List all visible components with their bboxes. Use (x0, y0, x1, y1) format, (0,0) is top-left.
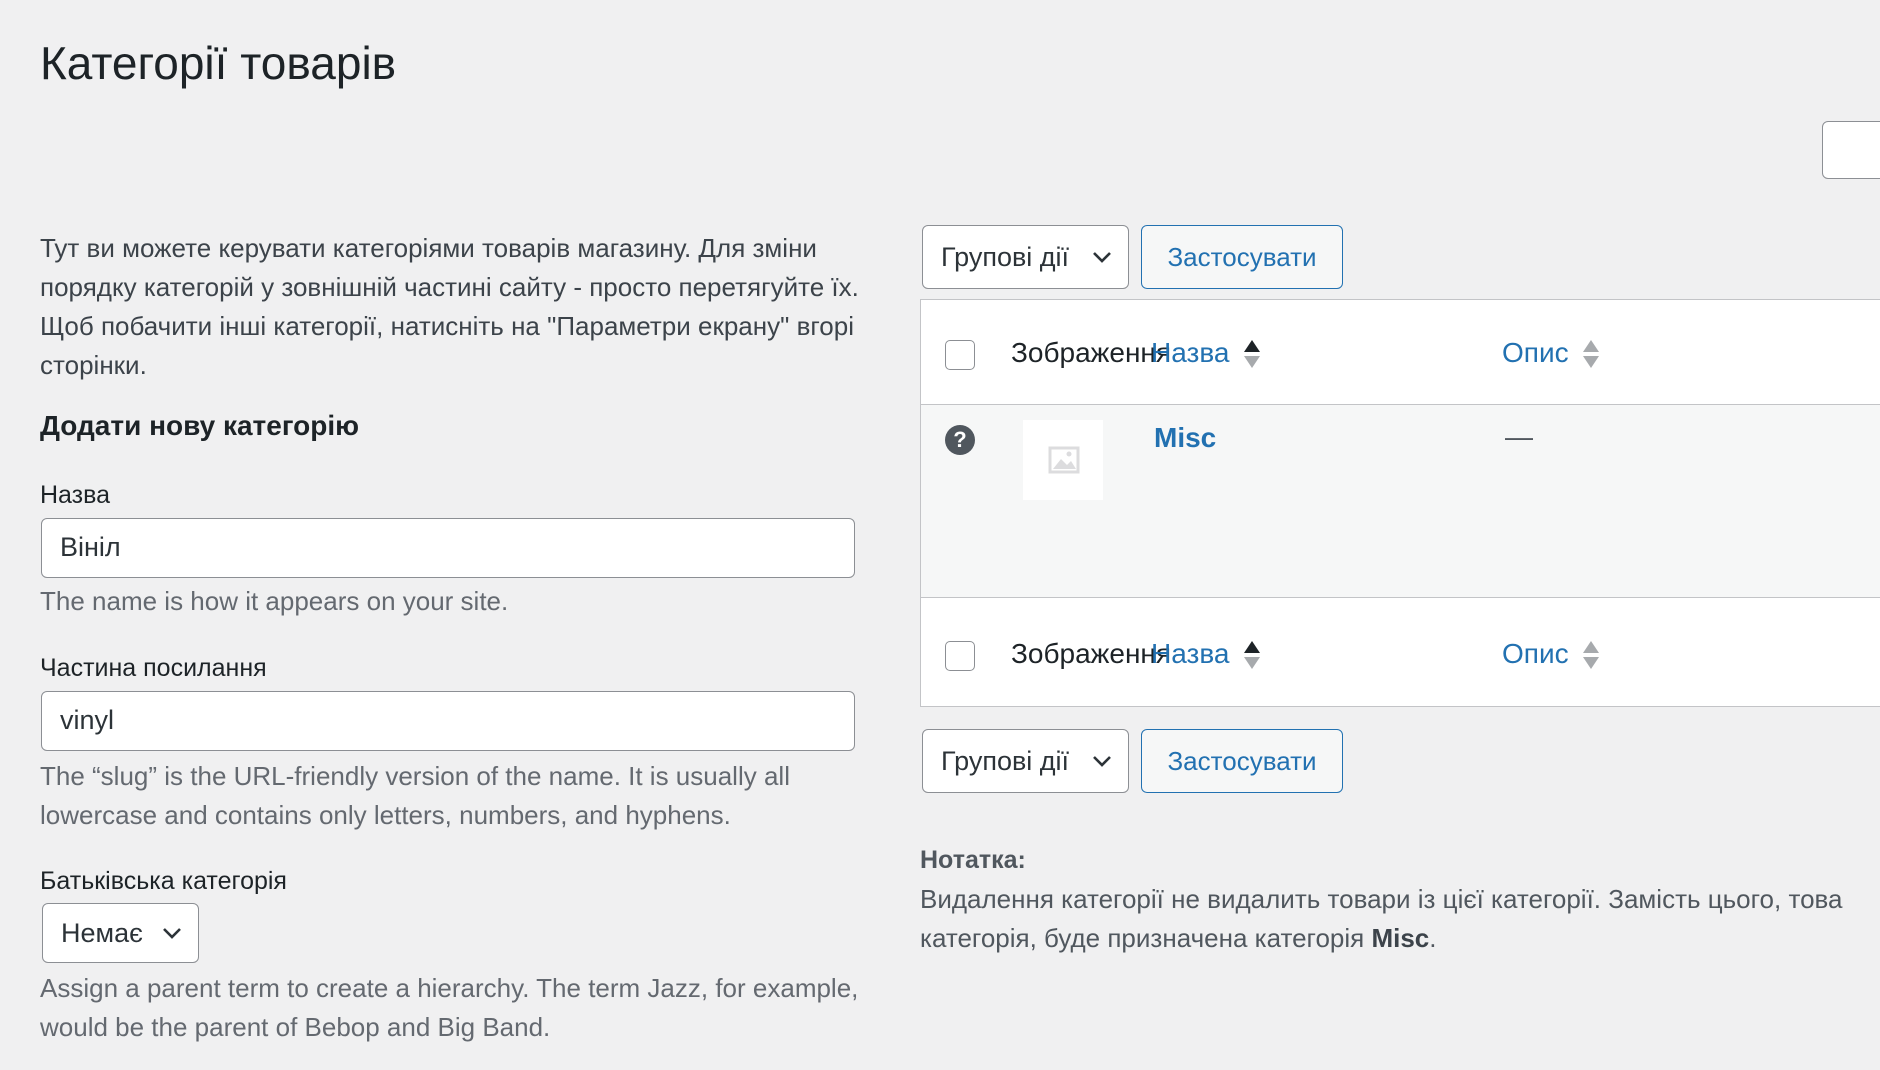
parent-label: Батьківська категорія (40, 867, 287, 895)
chevron-down-icon (1093, 252, 1111, 263)
apply-button-bottom[interactable]: Застосувати (1141, 729, 1343, 793)
table-footer-row: Зображення Назва Опис (921, 598, 1880, 702)
select-all-checkbox-bottom[interactable] (945, 641, 975, 671)
parent-select-value: Немає (61, 917, 143, 948)
slug-input[interactable]: vinyl (41, 691, 855, 751)
parent-help: Assign a parent term to create a hierarc… (40, 973, 859, 1042)
note-line-2-end: . (1429, 923, 1437, 953)
column-name-footer[interactable]: Назва (1151, 638, 1229, 670)
column-image-header: Зображення (1011, 337, 1172, 368)
category-name-link[interactable]: Misc (1154, 422, 1216, 454)
bulk-actions-label-bottom: Групові дії (941, 745, 1070, 776)
column-name-header[interactable]: Назва (1151, 337, 1229, 369)
sort-arrows-icon[interactable] (1243, 639, 1261, 671)
question-circle-icon[interactable]: ? (945, 425, 975, 455)
categories-table: Зображення Назва Опис ? Misc — Зображенн… (920, 299, 1880, 707)
name-input[interactable]: Вініл (41, 518, 855, 578)
bulk-actions-select-bottom[interactable]: Групові дії (922, 729, 1129, 793)
sort-arrows-icon[interactable] (1582, 338, 1600, 370)
search-input[interactable] (1822, 121, 1880, 179)
parent-select[interactable]: Немає (42, 903, 199, 963)
bulk-actions-label-top: Групові дії (941, 241, 1070, 272)
apply-button-top[interactable]: Застосувати (1141, 225, 1343, 289)
column-description-footer[interactable]: Опис (1502, 638, 1569, 670)
column-image-footer: Зображення (1011, 638, 1172, 669)
image-placeholder-icon (1023, 420, 1103, 500)
slug-label: Частина посилання (40, 654, 267, 682)
category-description: — (1505, 421, 1533, 452)
default-category-name: Misc (1371, 923, 1430, 953)
chevron-down-icon (1093, 756, 1111, 767)
page-title: Категорії товарів (40, 37, 397, 89)
note-text: Видалення категорії не видалить товари і… (920, 880, 1880, 958)
select-all-checkbox[interactable] (945, 340, 975, 370)
intro-text: Тут ви можете керувати категоріями товар… (40, 233, 859, 380)
name-help: The name is how it appears on your site. (40, 586, 509, 616)
slug-help: The “slug” is the URL-friendly version o… (40, 761, 790, 830)
note-line-2-text: категорія, буде призначена категорія (920, 923, 1372, 953)
note-line-2: категорія, буде призначена категорія Mis… (920, 919, 1880, 958)
name-label: Назва (40, 481, 111, 509)
add-category-heading: Додати нову категорію (40, 410, 360, 441)
chevron-down-icon (163, 928, 181, 939)
column-description-header[interactable]: Опис (1502, 337, 1569, 369)
note-title: Нотатка: (920, 846, 1026, 874)
bulk-actions-select-top[interactable]: Групові дії (922, 225, 1129, 289)
sort-arrows-icon[interactable] (1582, 639, 1600, 671)
table-header-row: Зображення Назва Опис (921, 300, 1880, 404)
table-row: ? Misc — (921, 404, 1880, 598)
note-line-1: Видалення категорії не видалить товари і… (920, 884, 1843, 914)
sort-arrows-icon[interactable] (1243, 338, 1261, 370)
